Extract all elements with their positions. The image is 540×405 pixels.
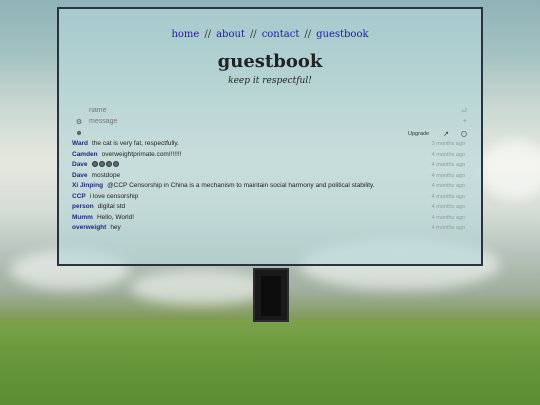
message-input[interactable] [85,118,457,125]
entry-user[interactable]: Ward [72,139,88,150]
entry-user[interactable]: overweight [72,223,106,234]
entry-user[interactable]: person [72,202,94,213]
nav-guestbook[interactable]: guestbook [316,29,368,40]
emoji-icon [91,161,98,167]
emoji-icon [112,161,119,167]
account-row: ☻ Upgrade ↗ [73,128,467,139]
list-item: Mumm Hello, World! 4 months ago [72,213,465,224]
emoji-icon [105,161,112,167]
add-icon[interactable]: + [457,118,467,125]
user-icon[interactable]: ☻ [73,130,85,137]
entry-time: 4 months ago [431,225,465,231]
nav-separator: // [304,29,312,40]
entry-message: i love censorship [89,192,139,200]
emoji-icon [98,161,105,167]
entry-time: 4 months ago [431,204,465,210]
gear-icon[interactable]: ⚙ [73,118,85,126]
list-item: overweight hey 4 months ago [72,223,465,234]
entry-user[interactable]: Dave [72,171,88,182]
guestbook-panel: home // about // contact // guestbook guestboo… [57,7,483,266]
entry-user[interactable]: Camden [72,150,98,161]
grass-field [0,320,540,405]
entry-user[interactable]: Dave [72,160,88,171]
entry-time: 4 months ago [431,172,465,179]
nav-home[interactable]: home [171,29,199,40]
entry-message: mostdope [91,171,121,179]
list-item: Ward the cat is very fat, respectfully. … [72,139,465,150]
cloud [130,270,270,305]
entry-message: Hello, World! [96,213,135,221]
list-item: CCP i love censorship 4 months ago [72,192,465,203]
entry-message: the cat is very fat, respectfully. [92,140,179,147]
top-nav: home // about // contact // guestbook [59,29,481,40]
name-input[interactable] [85,107,457,114]
cloud [480,140,540,200]
page-subtitle: keep it respectful! [228,76,312,86]
list-item: person digital std 4 months ago [72,202,465,213]
entry-message [91,160,426,171]
entry-user[interactable]: CCP [72,192,86,203]
name-row: ⏎ [73,105,467,116]
entry-message: hey [110,224,121,231]
entry-time: 4 months ago [431,193,465,200]
black-doorway [253,268,289,322]
nav-separator: // [249,29,257,40]
guestbook-entries: Ward the cat is very fat, respectfully. … [72,139,465,234]
list-item: Dave mostdope 4 months ago [72,171,465,182]
page-title: guestbook [217,51,323,72]
entry-message: overweightprimate.com!!!!!!! [101,150,182,158]
message-row: ⚙ + [73,116,467,127]
list-item: Dave 4 months ago [72,160,465,171]
entry-time: 4 months ago [431,162,465,168]
entry-message: digital std [97,203,126,210]
nav-separator: // [204,29,212,40]
entry-user[interactable]: Xi Jinping [72,181,103,192]
nav-about[interactable]: about [216,29,245,40]
list-item: Camden overweightprimate.com!!!!!!! 4 mo… [72,150,465,161]
entry-time: 4 months ago [431,151,465,158]
entry-message: @CCP Censorship in China is a mechanism … [107,182,375,189]
entry-time: 3 months ago [431,141,465,147]
entry-time: 4 months ago [431,214,465,221]
upgrade-button[interactable]: Upgrade [408,131,429,137]
entry-time: 4 months ago [431,183,465,189]
entry-user[interactable]: Mumm [72,213,93,224]
enter-icon[interactable]: ⏎ [457,107,467,115]
nav-contact[interactable]: contact [262,29,300,40]
circle-icon[interactable] [461,130,467,137]
external-link-icon[interactable]: ↗ [443,130,449,138]
list-item: Xi Jinping @CCP Censorship in China is a… [72,181,465,192]
